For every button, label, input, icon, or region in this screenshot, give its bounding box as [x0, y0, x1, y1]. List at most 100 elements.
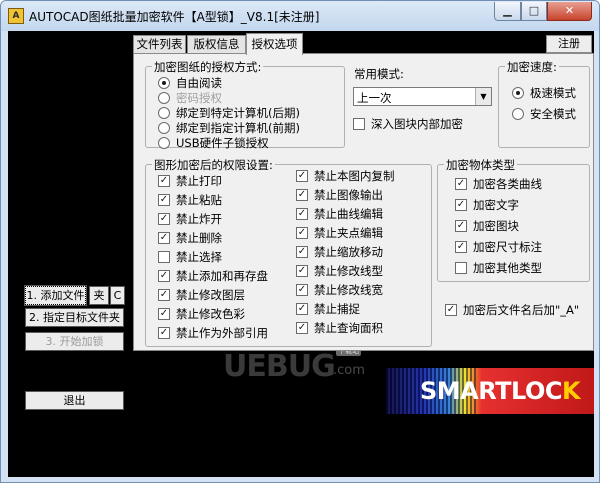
permission-checkbox[interactable]: ✓ 禁止图像输出	[296, 187, 383, 203]
checkbox-indicator[interactable]: ✓	[158, 327, 170, 339]
checkbox-indicator[interactable]: ✓	[296, 265, 308, 277]
speed-group: 加密速度: 极速模式 安全模式	[498, 59, 590, 148]
checkbox-indicator[interactable]: ✓	[158, 175, 170, 187]
radio-fast-mode[interactable]: 极速模式	[512, 85, 576, 101]
checkbox-indicator[interactable]: ✓	[296, 303, 308, 315]
add-file-button[interactable]: 1. 添加文件	[24, 285, 87, 306]
permission-checkbox[interactable]: ✓ 禁止捕捉	[296, 301, 360, 317]
radio-indicator[interactable]	[158, 107, 170, 119]
checkbox-indicator[interactable]: ✓	[158, 213, 170, 225]
radio-bind-later[interactable]: 绑定到特定计算机(后期)	[158, 105, 300, 121]
permissions-title: 图形加密后的权限设置:	[152, 157, 275, 173]
object-type-checkbox[interactable]: ✓ 加密各类曲线	[455, 176, 542, 192]
maximize-icon: □	[528, 4, 540, 17]
permission-checkbox[interactable]: ✓ 禁止查询面积	[296, 320, 383, 336]
permission-checkbox[interactable]: ✓ 禁止修改线型	[296, 263, 383, 279]
checkbox-label: 禁止添加和再存盘	[176, 269, 268, 283]
radio-label: 安全模式	[530, 107, 576, 121]
permission-checkbox[interactable]: ✓ 禁止粘贴	[158, 192, 222, 208]
maximize-button[interactable]: □	[521, 2, 547, 21]
object-type-checkbox[interactable]: ✓ 加密文字	[455, 197, 519, 213]
checkbox-label: 加密其他类型	[473, 261, 542, 275]
radio-indicator[interactable]	[158, 92, 170, 104]
radio-indicator[interactable]	[512, 108, 524, 120]
target-folder-button[interactable]: 2. 指定目标文件夹	[25, 308, 124, 327]
checkbox-indicator[interactable]: ✓	[158, 308, 170, 320]
checkbox-indicator[interactable]: ✓	[158, 289, 170, 301]
checkbox-indicator[interactable]: ✓	[296, 189, 308, 201]
radio-safe-mode[interactable]: 安全模式	[512, 106, 576, 122]
permission-checkbox[interactable]: ✓ 禁止打印	[158, 173, 222, 189]
add-folder-button[interactable]: 夹	[89, 286, 109, 305]
close-button[interactable]: ✕	[547, 2, 592, 21]
permission-checkbox[interactable]: ✓ 禁止修改色彩	[158, 306, 245, 322]
checkbox-indicator[interactable]: ✓	[296, 208, 308, 220]
register-button[interactable]: 注册	[546, 35, 592, 53]
checkbox-indicator[interactable]: ✓	[296, 246, 308, 258]
common-mode-value: 上一次	[357, 91, 392, 105]
tab-copyright-info[interactable]: 版权信息	[187, 35, 246, 54]
checkbox-indicator[interactable]: ✓	[296, 170, 308, 182]
permission-checkbox[interactable]: 禁止选择	[158, 249, 222, 265]
radio-label: 自由阅读	[176, 76, 222, 90]
exit-button[interactable]: 退出	[25, 391, 124, 410]
checkbox-label: 禁止缩放移动	[314, 245, 383, 259]
radio-label: 密码授权	[176, 91, 222, 105]
radio-indicator[interactable]	[512, 87, 524, 99]
tab-auth-options[interactable]: 授权选项	[246, 33, 303, 55]
checkbox-indicator[interactable]: ✓	[296, 284, 308, 296]
smartlock-prefix: SMARTLOC	[420, 377, 562, 405]
tab-file-list[interactable]: 文件列表	[133, 35, 186, 54]
checkbox-indicator[interactable]: ✓	[158, 194, 170, 206]
checkbox-label: 加密各类曲线	[473, 177, 542, 191]
checkbox-indicator[interactable]: ✓	[296, 322, 308, 334]
window-title: AUTOCAD图纸批量加密软件【A型锁】_V8.1[未注册]	[29, 10, 320, 24]
object-type-checkbox[interactable]: ✓ 加密尺寸标注	[455, 239, 542, 255]
permission-checkbox[interactable]: ✓ 禁止缩放移动	[296, 244, 383, 260]
app-icon[interactable]: A	[8, 8, 24, 24]
permission-checkbox[interactable]: ✓ 禁止本图内复制	[296, 168, 395, 184]
checkbox-indicator[interactable]: ✓	[455, 199, 467, 211]
checkbox-indicator[interactable]: ✓	[455, 241, 467, 253]
object-type-checkbox[interactable]: 加密其他类型	[455, 260, 542, 276]
radio-password[interactable]: 密码授权	[158, 90, 222, 106]
checkbox-indicator[interactable]	[158, 251, 170, 263]
deep-encrypt-checkbox[interactable]: 深入图块内部加密	[353, 116, 463, 132]
suffix-a-checkbox[interactable]: ✓ 加密后文件名后加"_A"	[445, 302, 579, 318]
auth-options-panel: 加密图纸的授权方式: 自由阅读 密码授权 绑定到特定计算机(后期) 绑定到指定计…	[133, 53, 594, 351]
permission-checkbox[interactable]: ✓ 禁止曲线编辑	[296, 206, 383, 222]
radio-indicator[interactable]	[158, 137, 170, 149]
checkbox-indicator[interactable]: ✓	[158, 232, 170, 244]
radio-free-read[interactable]: 自由阅读	[158, 75, 222, 91]
minimize-button[interactable]: ▁	[494, 2, 521, 21]
checkbox-indicator[interactable]	[455, 262, 467, 274]
app-window: A AUTOCAD图纸批量加密软件【A型锁】_V8.1[未注册] ▁ □ ✕ 文…	[0, 0, 600, 483]
speed-title: 加密速度:	[505, 59, 559, 75]
permission-checkbox[interactable]: ✓ 禁止删除	[158, 230, 222, 246]
permission-checkbox[interactable]: ✓ 禁止添加和再存盘	[158, 268, 268, 284]
checkbox-indicator[interactable]	[353, 118, 365, 130]
permission-checkbox[interactable]: ✓ 禁止修改线宽	[296, 282, 383, 298]
permission-checkbox[interactable]: ✓ 禁止修改图层	[158, 287, 245, 303]
smartlock-logo: SMARTLOCK	[386, 368, 594, 414]
start-lock-button[interactable]: 3. 开始加锁	[25, 332, 124, 351]
checkbox-indicator[interactable]: ✓	[455, 220, 467, 232]
common-mode-select[interactable]: 上一次 ▼	[353, 87, 492, 106]
permission-checkbox[interactable]: ✓ 禁止夹点编辑	[296, 225, 383, 241]
radio-indicator[interactable]	[158, 122, 170, 134]
permission-checkbox[interactable]: ✓ 禁止作为外部引用	[158, 325, 268, 341]
checkbox-indicator[interactable]: ✓	[296, 227, 308, 239]
auth-method-group: 加密图纸的授权方式: 自由阅读 密码授权 绑定到特定计算机(后期) 绑定到指定计…	[145, 59, 345, 151]
radio-bind-early[interactable]: 绑定到指定计算机(前期)	[158, 120, 300, 136]
checkbox-label: 禁止打印	[176, 174, 222, 188]
checkbox-indicator[interactable]: ✓	[445, 304, 457, 316]
checkbox-indicator[interactable]: ✓	[158, 270, 170, 282]
permission-checkbox[interactable]: ✓ 禁止炸开	[158, 211, 222, 227]
radio-indicator[interactable]	[158, 77, 170, 89]
radio-usb-lock[interactable]: USB硬件子锁授权	[158, 135, 269, 151]
c-button[interactable]: C	[110, 286, 125, 305]
chevron-down-icon[interactable]: ▼	[475, 88, 491, 105]
title-bar[interactable]: A AUTOCAD图纸批量加密软件【A型锁】_V8.1[未注册] ▁ □ ✕	[1, 1, 599, 31]
object-type-checkbox[interactable]: ✓ 加密图块	[455, 218, 519, 234]
checkbox-indicator[interactable]: ✓	[455, 178, 467, 190]
